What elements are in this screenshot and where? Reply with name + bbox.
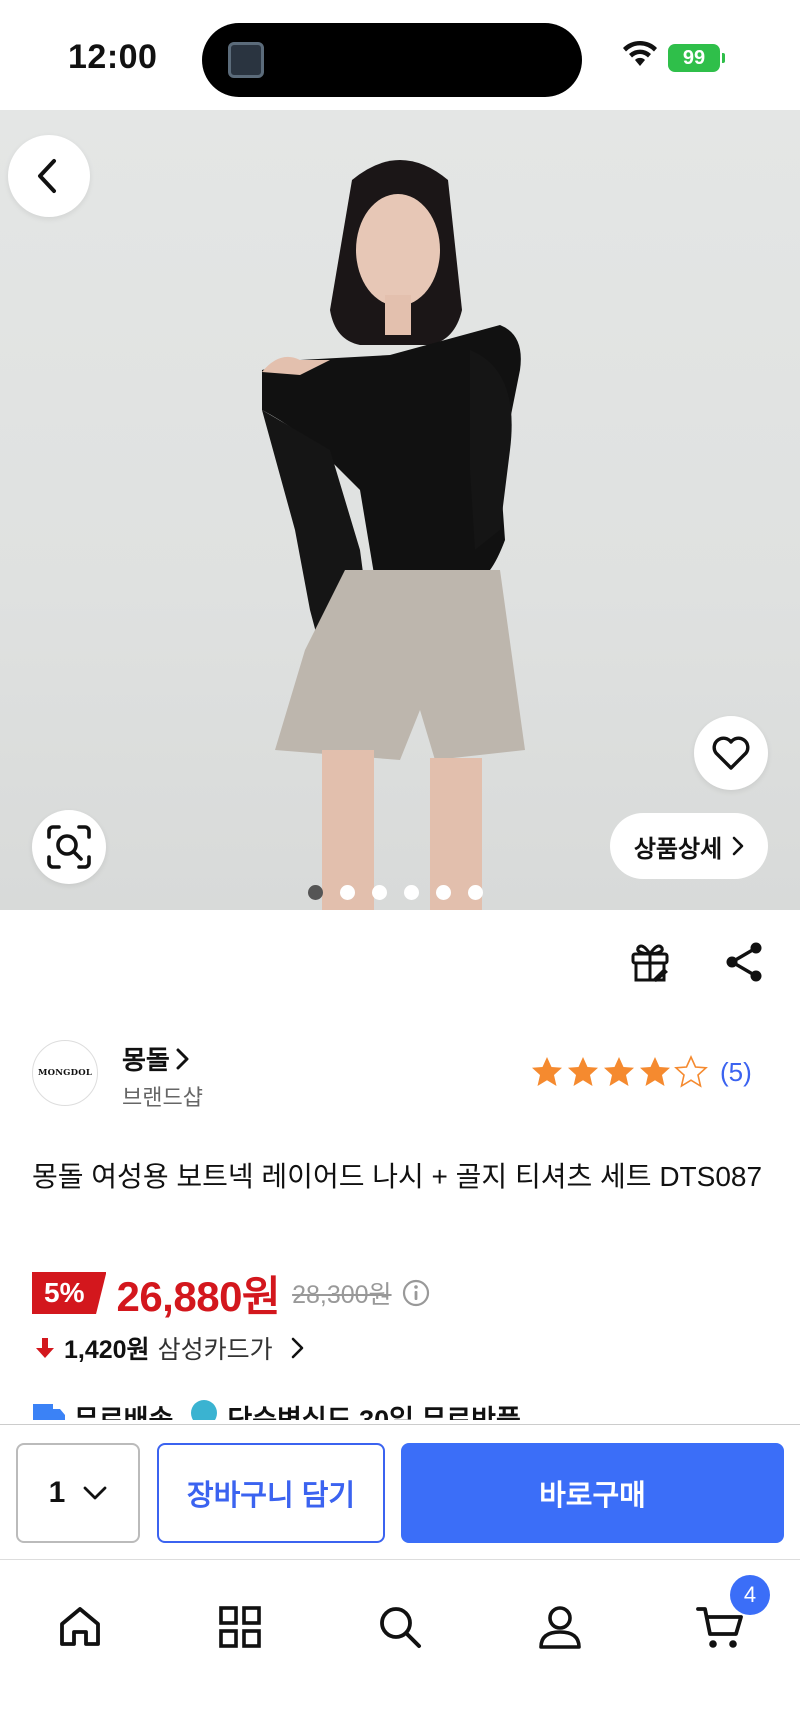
- back-button[interactable]: [8, 135, 90, 217]
- lens-search-icon: [47, 825, 91, 869]
- product-detail-button[interactable]: 상품상세: [610, 813, 768, 879]
- down-arrow-icon: [36, 1338, 54, 1358]
- status-bar: 12:00 99: [0, 0, 800, 110]
- category-icon: [219, 1606, 261, 1648]
- truck-icon: [33, 1404, 65, 1420]
- seller-type: 브랜드샵: [122, 1085, 203, 1110]
- free-return-label: 단순변심도 30일 무료반품: [227, 1405, 521, 1420]
- add-to-cart-button[interactable]: 장바구니 담기: [157, 1443, 385, 1543]
- nav-search[interactable]: [368, 1595, 432, 1659]
- delivery-info-row: 무료배송 단순변심도 30일 무료반품: [32, 1398, 521, 1420]
- chevron-down-icon: [83, 1486, 107, 1500]
- original-price: 28,300원: [292, 1281, 392, 1309]
- search-icon: [380, 1607, 421, 1648]
- dynamic-island: [202, 23, 582, 97]
- card-name: 삼성카드가: [157, 1336, 273, 1364]
- nav-home[interactable]: [48, 1595, 112, 1659]
- carousel-dot[interactable]: [372, 885, 387, 900]
- user-icon: [539, 1606, 581, 1649]
- nav-category[interactable]: [208, 1595, 272, 1659]
- carousel-dot[interactable]: [468, 885, 483, 900]
- product-title: 몽돌 여성용 보트넥 레이어드 나시 + 골지 티셔츠 세트 DTS087: [32, 1161, 763, 1192]
- carousel-dot[interactable]: [308, 885, 323, 900]
- carousel-dot[interactable]: [340, 885, 355, 900]
- chevron-right-icon: [732, 836, 744, 856]
- discount-badge: 5%: [32, 1272, 107, 1314]
- heart-icon: [712, 736, 750, 770]
- carousel-dot[interactable]: [436, 885, 451, 900]
- share-icon[interactable]: [722, 940, 766, 984]
- chevron-left-icon: [38, 159, 56, 193]
- quantity-select[interactable]: 1: [16, 1443, 140, 1543]
- cart-icon: [696, 1607, 743, 1648]
- seller-logo[interactable]: MONGDOL: [32, 1040, 98, 1106]
- price-row: 5% 26,880원 28,300원: [32, 1268, 430, 1320]
- card-discount-row[interactable]: 1,420원 삼성카드가: [34, 1330, 305, 1366]
- chevron-right-icon: [291, 1337, 303, 1359]
- free-shipping-label: 무료배송: [74, 1405, 174, 1420]
- star-rating-icon: [532, 1056, 707, 1087]
- cart-count-badge: 4: [730, 1575, 770, 1615]
- wishlist-button[interactable]: [694, 716, 768, 790]
- purchase-bar: 1 장바구니 담기 바로구매: [0, 1424, 800, 1560]
- rating-summary[interactable]: (5): [530, 1055, 752, 1089]
- seller-name-link[interactable]: 몽돌: [122, 1040, 190, 1077]
- seller-name: 몽돌: [122, 1045, 170, 1075]
- home-icon: [60, 1607, 100, 1646]
- sale-price: 26,880원: [116, 1272, 281, 1320]
- status-time: 12:00: [68, 38, 158, 76]
- product-detail-label: 상품상세: [633, 835, 723, 863]
- carousel-dot[interactable]: [404, 885, 419, 900]
- wifi-icon: [623, 40, 657, 66]
- image-search-button[interactable]: [32, 810, 106, 884]
- screen-record-icon: [228, 42, 264, 78]
- info-icon[interactable]: [402, 1279, 430, 1307]
- return-icon: [191, 1400, 218, 1420]
- review-count[interactable]: (5): [720, 1057, 752, 1088]
- chevron-right-icon: [176, 1048, 189, 1069]
- product-image-carousel[interactable]: 상품상세: [0, 110, 800, 910]
- battery-indicator: 99: [668, 44, 725, 72]
- carousel-indicator: [308, 885, 483, 900]
- nav-my-account[interactable]: [528, 1595, 592, 1659]
- quantity-value: 1: [48, 1476, 66, 1509]
- card-discount-amount: 1,420원: [64, 1336, 150, 1364]
- gift-icon[interactable]: [628, 940, 672, 984]
- buy-now-button[interactable]: 바로구매: [401, 1443, 784, 1543]
- bottom-navigation: 4: [0, 1561, 800, 1734]
- product-photo: [262, 160, 525, 910]
